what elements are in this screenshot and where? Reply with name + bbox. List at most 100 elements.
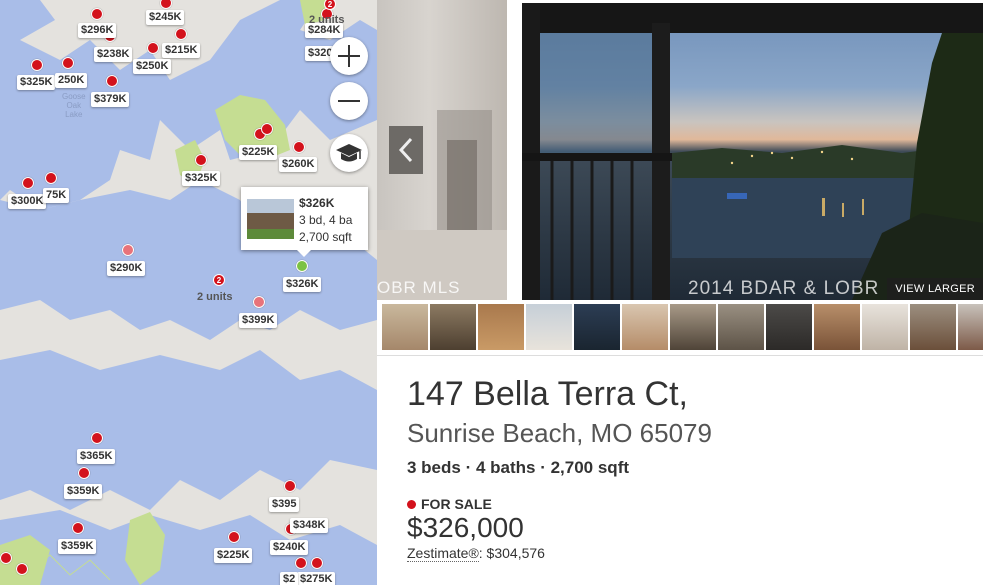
map-price-label[interactable]: 75K	[43, 188, 70, 203]
map-price-label[interactable]: $379K	[91, 92, 130, 107]
map-pin[interactable]	[106, 75, 118, 87]
zoom-in-button[interactable]	[330, 37, 368, 75]
view-larger-button[interactable]: VIEW LARGER	[887, 278, 983, 300]
map-price-label[interactable]: $325K	[182, 171, 221, 186]
map-price-label[interactable]: $215K	[162, 43, 201, 58]
map-pin[interactable]	[22, 177, 34, 189]
map-price-label[interactable]: $326K	[283, 277, 322, 292]
map-pin[interactable]	[122, 244, 134, 256]
photo-thumbnail[interactable]	[622, 304, 668, 350]
photo-thumbnail[interactable]	[862, 304, 908, 350]
listing-map-popup[interactable]: $326K 3 bd, 4 ba 2,700 sqft	[241, 187, 368, 257]
map-price-label[interactable]: $395	[269, 497, 300, 512]
map-pin[interactable]	[45, 172, 57, 184]
map-pin[interactable]	[284, 480, 296, 492]
photo-thumbnail[interactable]	[574, 304, 620, 350]
home-facts: 3 beds · 4 baths · 2,700 sqft	[407, 458, 630, 477]
map-pin[interactable]	[295, 557, 307, 569]
map-pin[interactable]	[62, 57, 74, 69]
photo-thumbnail[interactable]	[718, 304, 764, 350]
map-price-label[interactable]: $365K	[77, 449, 116, 464]
address-line2: Sunrise Beach, MO 65079	[407, 418, 712, 448]
prev-photo-watermark: OBR MLS	[377, 278, 461, 297]
chevron-left-icon	[398, 137, 413, 163]
photo-thumbnail[interactable]	[910, 304, 956, 350]
photo-thumbnail[interactable]	[958, 304, 983, 350]
photo-thumbnail[interactable]	[814, 304, 860, 350]
popup-sqft: 2,700 sqft	[299, 230, 352, 244]
photo-thumbnail[interactable]	[526, 304, 572, 350]
map-pin[interactable]	[175, 28, 187, 40]
previous-photo-button[interactable]	[389, 126, 423, 174]
minus-icon	[338, 90, 360, 112]
main-photo-scene	[522, 3, 983, 300]
section-divider	[377, 355, 983, 356]
map-pin[interactable]	[91, 432, 103, 444]
photo-thumbnail[interactable]	[478, 304, 524, 350]
previous-photo[interactable]: OBR MLS	[377, 0, 507, 300]
photo-thumbnail[interactable]	[430, 304, 476, 350]
main-listing-photo[interactable]: 2014 BDAR & LOBR VIEW LARGER	[522, 3, 983, 300]
zoom-out-button[interactable]	[330, 82, 368, 120]
photo-thumbnail[interactable]	[382, 304, 428, 350]
map-price-label[interactable]: $300K	[8, 194, 47, 209]
popup-price: $326K	[299, 196, 335, 210]
map-price-label[interactable]: $245K	[146, 10, 185, 25]
map-pin[interactable]	[147, 42, 159, 54]
popup-beds-baths: 3 bd, 4 ba	[299, 213, 353, 227]
map-price-label[interactable]: $225K	[239, 145, 278, 160]
photo-thumbnail[interactable]	[670, 304, 716, 350]
cluster-count-badge[interactable]: 2	[213, 274, 225, 286]
popup-house-thumbnail	[247, 199, 294, 239]
map-price-label[interactable]: $260K	[279, 157, 318, 172]
map-price-label[interactable]: $290K	[107, 261, 146, 276]
map-price-label[interactable]: $348K	[290, 518, 329, 533]
map-price-label[interactable]: $2	[280, 572, 299, 585]
map-pin[interactable]	[72, 522, 84, 534]
map-units-label[interactable]: 2 units	[309, 14, 344, 26]
map-pin[interactable]	[31, 59, 43, 71]
map-price-label[interactable]: $359K	[58, 539, 97, 554]
map-price-label[interactable]: $225K	[214, 548, 253, 563]
map-panel[interactable]: Goose Oak Lake 2 2 $296K $245K $284K $238K…	[0, 0, 377, 585]
status-label: FOR SALE	[421, 496, 492, 512]
plus-icon	[338, 45, 360, 67]
map-price-label[interactable]: $275K	[297, 572, 336, 585]
map-pin[interactable]	[311, 557, 323, 569]
schools-layer-button[interactable]	[330, 134, 368, 172]
map-water-label: Goose Oak Lake	[62, 92, 86, 119]
map-pin-selected[interactable]	[296, 260, 308, 272]
map-pin[interactable]	[195, 154, 207, 166]
map-price-label[interactable]: 250K	[55, 73, 88, 88]
listing-details: 147 Bella Terra Ct, Sunrise Beach, MO 65…	[407, 372, 967, 562]
photo-thumbnail-strip[interactable]	[382, 304, 983, 351]
address-line1: 147 Bella Terra Ct,	[407, 375, 688, 413]
zestimate-value: : $304,576	[478, 545, 545, 561]
map-price-label[interactable]: $359K	[64, 484, 103, 499]
map-price-label[interactable]: $325K	[17, 75, 56, 90]
map-pin[interactable]	[293, 141, 305, 153]
map-price-label[interactable]: $240K	[270, 540, 309, 555]
listing-price: $326,000	[407, 512, 524, 543]
map-pin[interactable]	[228, 531, 240, 543]
map-pin[interactable]	[0, 552, 12, 564]
listing-status: FOR SALE	[407, 496, 967, 512]
zestimate-label[interactable]: Zestimate®	[407, 545, 479, 562]
graduation-cap-icon	[336, 144, 362, 162]
photo-carousel[interactable]: OBR MLS 2014 BDAR & LOBR VIEW LARGER	[377, 0, 983, 300]
status-dot-icon	[407, 499, 416, 509]
map-pin[interactable]	[91, 8, 103, 20]
popup-tail	[297, 250, 311, 257]
map-pin[interactable]	[16, 563, 28, 575]
map-price-label[interactable]: $399K	[239, 313, 278, 328]
map-price-label[interactable]: $296K	[78, 23, 117, 38]
zestimate: Zestimate®: $304,576	[407, 545, 967, 562]
photo-thumbnail[interactable]	[766, 304, 812, 350]
map-price-label[interactable]: $250K	[133, 59, 172, 74]
main-photo-watermark: 2014 BDAR & LOBR	[688, 278, 880, 299]
map-pin[interactable]	[253, 296, 265, 308]
map-units-label[interactable]: 2 units	[197, 291, 232, 303]
map-pin[interactable]	[261, 123, 273, 135]
map-price-label[interactable]: $238K	[94, 47, 133, 62]
map-pin[interactable]	[78, 467, 90, 479]
